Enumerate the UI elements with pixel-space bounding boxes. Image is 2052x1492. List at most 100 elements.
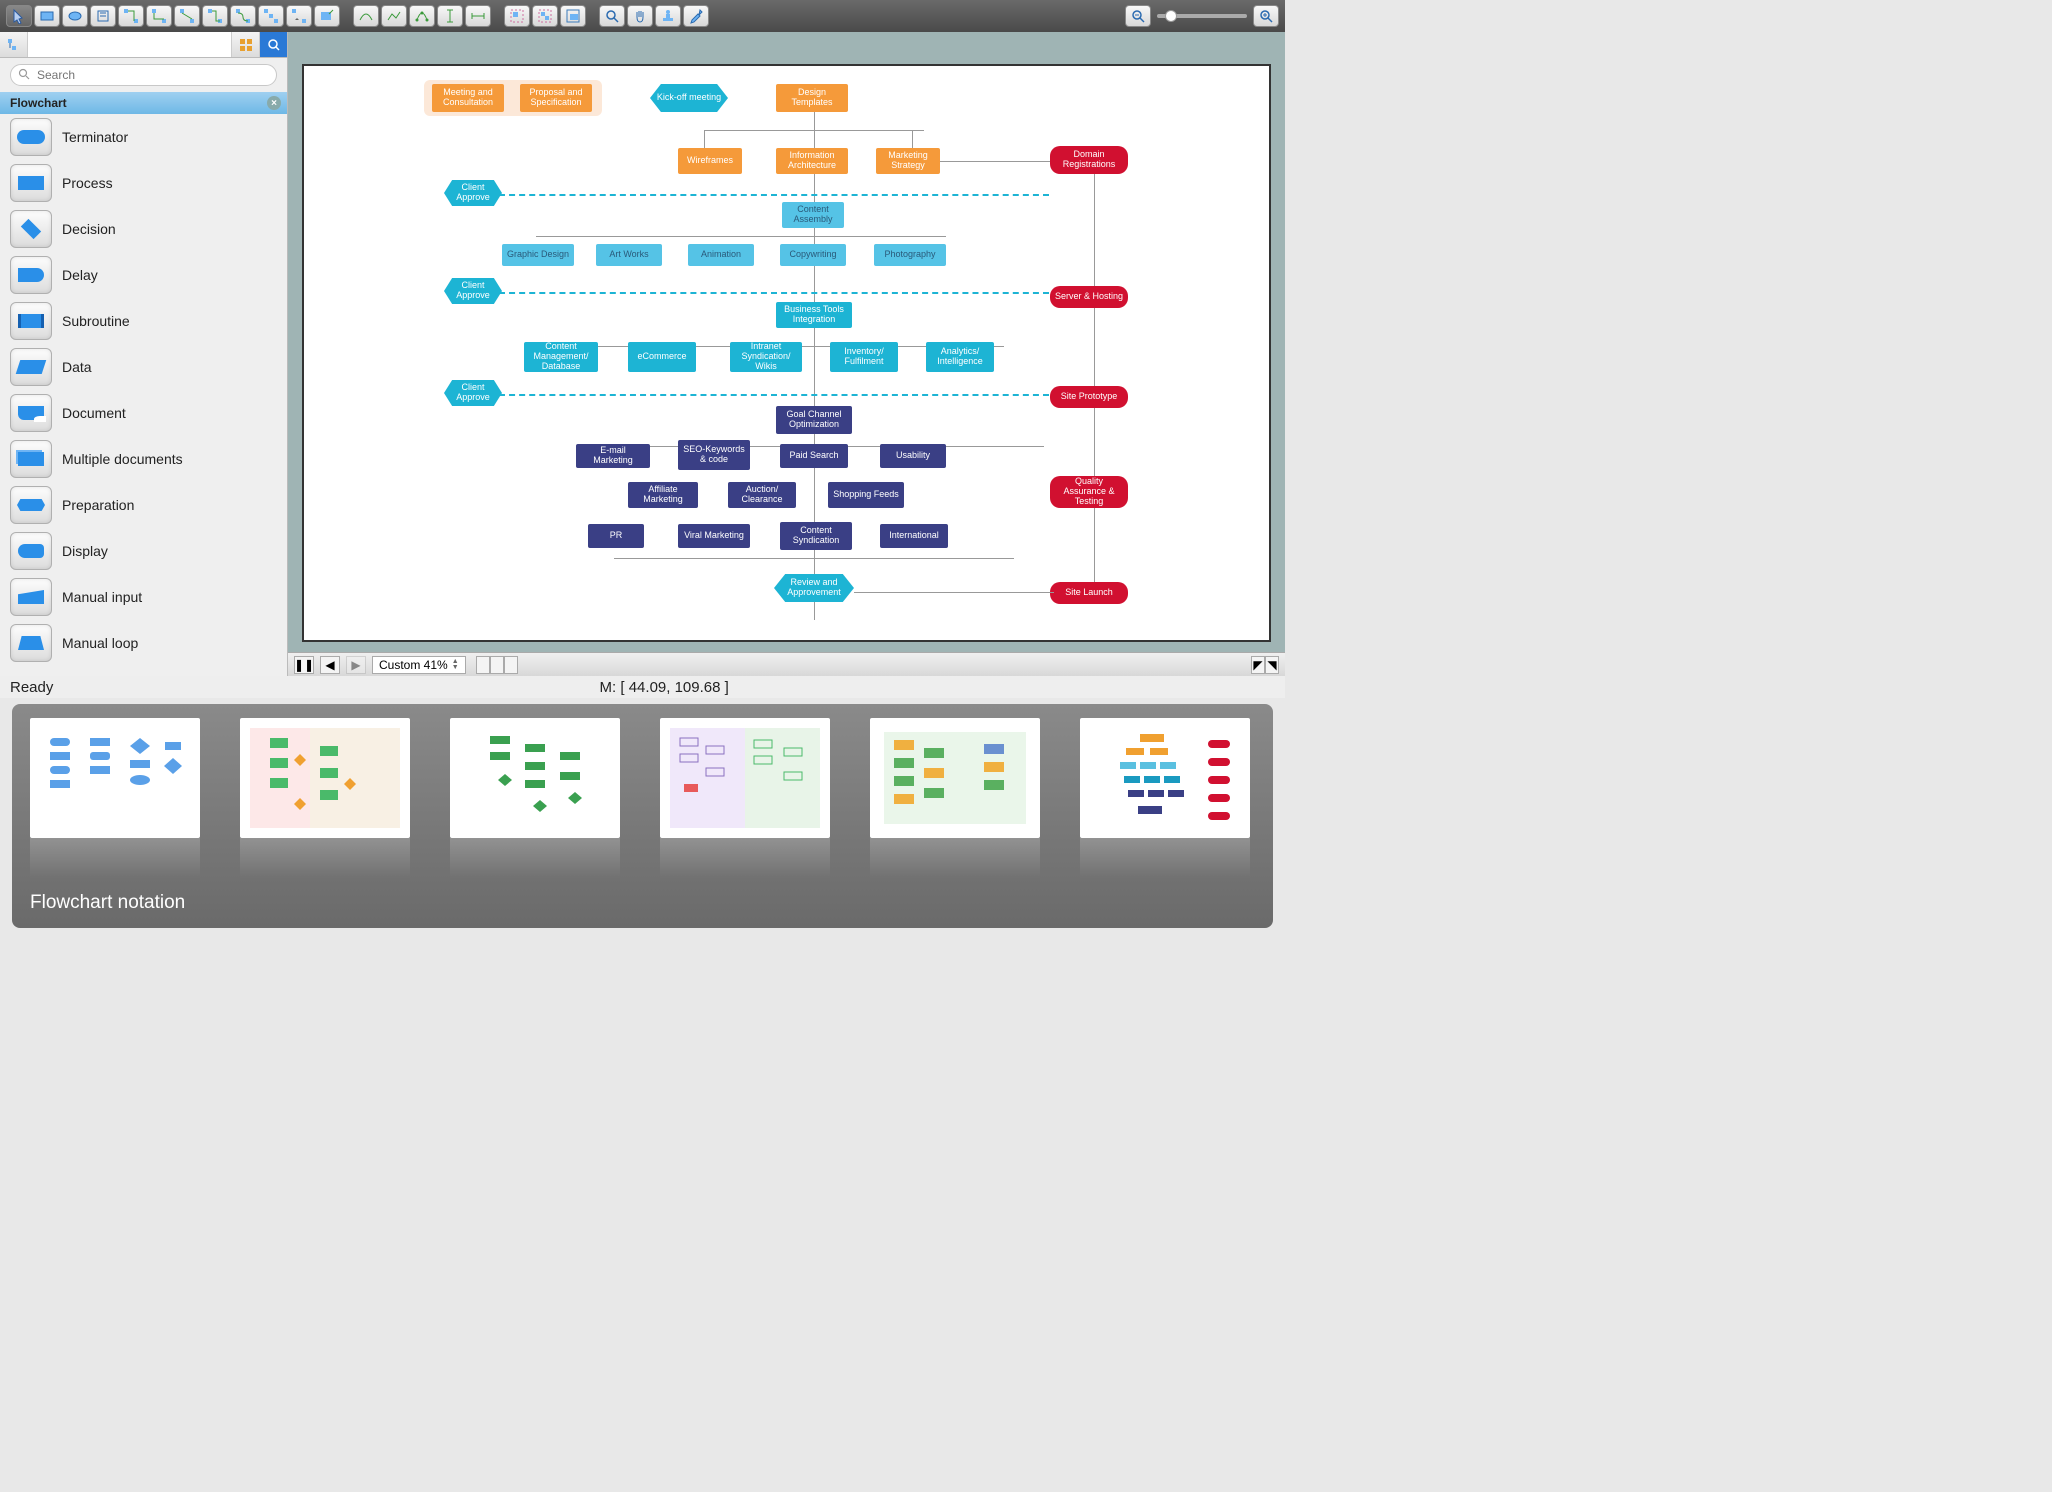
node-artworks[interactable]: Art Works: [596, 244, 662, 266]
node-server[interactable]: Server & Hosting: [1050, 286, 1128, 308]
shape-display[interactable]: Display: [0, 528, 287, 574]
zoom-out-button[interactable]: [1125, 5, 1151, 27]
template-thumb-1[interactable]: [30, 718, 200, 838]
view-mode-1[interactable]: [476, 656, 490, 674]
node-auction[interactable]: Auction/ Clearance: [728, 482, 796, 508]
node-intl[interactable]: International: [880, 524, 948, 548]
node-review[interactable]: Review and Approvement: [774, 574, 854, 602]
node-photo[interactable]: Photography: [874, 244, 946, 266]
zoom-level[interactable]: Custom 41%▲▼: [372, 656, 466, 674]
shape-manual-input[interactable]: Manual input: [0, 574, 287, 620]
node-animation[interactable]: Animation: [688, 244, 754, 266]
polyline-tool[interactable]: [381, 5, 407, 27]
text-tool[interactable]: [90, 5, 116, 27]
node-meeting[interactable]: Meeting and Consultation: [432, 84, 504, 112]
node-wireframes[interactable]: Wireframes: [678, 148, 742, 174]
template-thumb-6[interactable]: [1080, 718, 1250, 838]
node-intranet[interactable]: Intranet Syndication/ Wikis: [730, 342, 802, 372]
dimension-v-tool[interactable]: [437, 5, 463, 27]
section-header-flowchart[interactable]: Flowchart ×: [0, 92, 287, 114]
node-usability[interactable]: Usability: [880, 444, 946, 468]
next-page-button[interactable]: ▶: [346, 656, 366, 674]
connector-tool-5[interactable]: [230, 5, 256, 27]
node-bti[interactable]: Business Tools Integration: [776, 302, 852, 328]
eyedropper-tool[interactable]: [683, 5, 709, 27]
node-shopping[interactable]: Shopping Feeds: [828, 482, 904, 508]
zoom-in-button[interactable]: [1253, 5, 1279, 27]
pause-button[interactable]: ❚❚: [294, 656, 314, 674]
node-approve-2[interactable]: Client Approve: [444, 278, 502, 304]
node-qa[interactable]: Quality Assurance & Testing: [1050, 476, 1128, 508]
search-tab[interactable]: [259, 32, 287, 57]
curve-tool[interactable]: [353, 5, 379, 27]
shape-delay[interactable]: Delay: [0, 252, 287, 298]
node-content-assembly[interactable]: Content Assembly: [782, 202, 844, 228]
view-mode-2[interactable]: [490, 656, 504, 674]
connector-tool-1[interactable]: [118, 5, 144, 27]
group-tool[interactable]: [504, 5, 530, 27]
node-pr[interactable]: PR: [588, 524, 644, 548]
spline-tool[interactable]: [409, 5, 435, 27]
node-email[interactable]: E-mail Marketing: [576, 444, 650, 468]
dimension-h-tool[interactable]: [465, 5, 491, 27]
close-icon[interactable]: ×: [267, 96, 281, 110]
node-paid[interactable]: Paid Search: [780, 444, 848, 468]
view-mode-3[interactable]: [504, 656, 518, 674]
template-thumb-4[interactable]: [660, 718, 830, 838]
outline-tab[interactable]: [0, 32, 28, 57]
node-graphic[interactable]: Graphic Design: [502, 244, 574, 266]
node-copywriting[interactable]: Copywriting: [780, 244, 846, 266]
shape-document[interactable]: Document: [0, 390, 287, 436]
node-launch[interactable]: Site Launch: [1050, 582, 1128, 604]
shape-manual-loop[interactable]: Manual loop: [0, 620, 287, 666]
search-input[interactable]: [10, 64, 277, 86]
connector-menu[interactable]: [286, 5, 312, 27]
shape-decision[interactable]: Decision: [0, 206, 287, 252]
drawing-canvas[interactable]: Meeting and Consultation Proposal and Sp…: [302, 64, 1271, 642]
node-kickoff[interactable]: Kick-off meeting: [650, 84, 728, 112]
align-tool[interactable]: [560, 5, 586, 27]
connector-tool-6[interactable]: [258, 5, 284, 27]
shape-preparation[interactable]: Preparation: [0, 482, 287, 528]
rectangle-tool[interactable]: [34, 5, 60, 27]
sidebar-input[interactable]: [28, 32, 231, 57]
shape-subroutine[interactable]: Subroutine: [0, 298, 287, 344]
node-goal[interactable]: Goal Channel Optimization: [776, 406, 852, 434]
prev-page-button[interactable]: ◀: [320, 656, 340, 674]
shape-process[interactable]: Process: [0, 160, 287, 206]
stamp-tool[interactable]: [655, 5, 681, 27]
shape-terminator[interactable]: Terminator: [0, 114, 287, 160]
ellipse-tool[interactable]: [62, 5, 88, 27]
quick-shape-tool[interactable]: [314, 5, 340, 27]
node-syndication[interactable]: Content Syndication: [780, 522, 852, 550]
corner-btn-1[interactable]: ◤: [1251, 656, 1265, 674]
node-mkt[interactable]: Marketing Strategy: [876, 148, 940, 174]
template-thumb-3[interactable]: [450, 718, 620, 838]
node-proposal[interactable]: Proposal and Specification: [520, 84, 592, 112]
node-domain[interactable]: Domain Registrations: [1050, 146, 1128, 174]
node-design[interactable]: Design Templates: [776, 84, 848, 112]
node-affiliate[interactable]: Affiliate Marketing: [628, 482, 698, 508]
shape-data[interactable]: Data: [0, 344, 287, 390]
node-ecommerce[interactable]: eCommerce: [628, 342, 696, 372]
ungroup-tool[interactable]: [532, 5, 558, 27]
node-approve-3[interactable]: Client Approve: [444, 380, 502, 406]
pan-tool[interactable]: [627, 5, 653, 27]
pointer-tool[interactable]: [6, 5, 32, 27]
shape-multiple-documents[interactable]: Multiple documents: [0, 436, 287, 482]
node-seo[interactable]: SEO-Keywords & code: [678, 440, 750, 470]
node-cms[interactable]: Content Management/ Database: [524, 342, 598, 372]
connector-tool-4[interactable]: [202, 5, 228, 27]
connector-tool-2[interactable]: [146, 5, 172, 27]
template-thumb-2[interactable]: [240, 718, 410, 838]
grid-view-tab[interactable]: [231, 32, 259, 57]
zoom-slider[interactable]: [1157, 14, 1247, 18]
node-prototype[interactable]: Site Prototype: [1050, 386, 1128, 408]
corner-btn-2[interactable]: ◥: [1265, 656, 1279, 674]
node-viral[interactable]: Viral Marketing: [678, 524, 750, 548]
connector-tool-3[interactable]: [174, 5, 200, 27]
node-approve-1[interactable]: Client Approve: [444, 180, 502, 206]
node-ia[interactable]: Information Architecture: [776, 148, 848, 174]
template-thumb-5[interactable]: [870, 718, 1040, 838]
node-inventory[interactable]: Inventory/ Fulfilment: [830, 342, 898, 372]
